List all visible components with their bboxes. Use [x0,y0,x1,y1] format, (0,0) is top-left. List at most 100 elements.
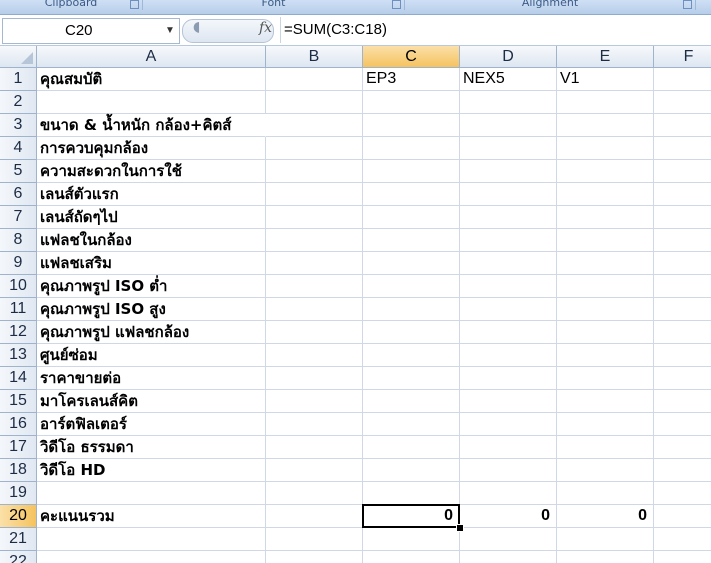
cell-e21[interactable] [557,528,654,551]
row-header-3[interactable]: 3 [0,114,37,137]
cell-b15[interactable] [266,390,363,413]
row-header-7[interactable]: 7 [0,206,37,229]
cell-c4[interactable] [363,137,460,160]
name-box[interactable]: C20 ▼ [2,18,180,44]
cell-d8[interactable] [460,229,557,252]
cell-d22[interactable] [460,551,557,563]
row-header-16[interactable]: 16 [0,413,37,436]
cell-f22[interactable] [654,551,711,563]
cell-e6[interactable] [557,183,654,206]
cell-f6[interactable] [654,183,711,206]
cell-c1[interactable]: EP3 [363,68,460,91]
cell-c15[interactable] [363,390,460,413]
ribbon-group-alignment[interactable]: Alignment [405,0,696,10]
cell-d17[interactable] [460,436,557,459]
cell-e15[interactable] [557,390,654,413]
cell-a13[interactable]: ศูนย์ซ่อม [37,344,266,367]
cell-d12[interactable] [460,321,557,344]
cell-c12[interactable] [363,321,460,344]
cell-b14[interactable] [266,367,363,390]
row-header-12[interactable]: 12 [0,321,37,344]
cell-c17[interactable] [363,436,460,459]
cell-d2[interactable] [460,91,557,114]
cell-e11[interactable] [557,298,654,321]
cell-e3[interactable] [557,114,654,137]
cell-d16[interactable] [460,413,557,436]
cell-a7[interactable]: เลนส์ถัดๆไป [37,206,266,229]
row-header-17[interactable]: 17 [0,436,37,459]
cell-c22[interactable] [363,551,460,563]
cell-a16[interactable]: อาร์ตฟิลเตอร์ [37,413,266,436]
select-all-button[interactable] [0,46,37,68]
cell-f5[interactable] [654,160,711,183]
cell-e19[interactable] [557,482,654,505]
column-header-d[interactable]: D [460,46,557,68]
cell-b10[interactable] [266,275,363,298]
cell-a8[interactable]: แฟลชในกล้อง [37,229,266,252]
cell-d4[interactable] [460,137,557,160]
cell-f7[interactable] [654,206,711,229]
cell-a2[interactable] [37,91,266,114]
cell-a3[interactable]: ขนาด & น้ำหนัก กล้อง+คิตส์ [37,114,266,137]
cell-b17[interactable] [266,436,363,459]
cell-a5[interactable]: ความสะดวกในการใช้ [37,160,266,183]
column-header-c[interactable]: C [363,46,460,68]
column-header-f[interactable]: F [654,46,711,68]
cell-e18[interactable] [557,459,654,482]
row-header-4[interactable]: 4 [0,137,37,160]
cell-c6[interactable] [363,183,460,206]
row-header-21[interactable]: 21 [0,528,37,551]
cell-d18[interactable] [460,459,557,482]
cell-b20[interactable] [266,505,363,528]
cell-b16[interactable] [266,413,363,436]
cell-b7[interactable] [266,206,363,229]
cell-f10[interactable] [654,275,711,298]
dialog-launcher-icon[interactable] [392,0,401,9]
cell-a1[interactable]: คุณสมบัติ [37,68,266,91]
cell-a21[interactable] [37,528,266,551]
cell-b6[interactable] [266,183,363,206]
cell-e20[interactable]: 0 [557,505,654,528]
cell-e2[interactable] [557,91,654,114]
cell-e16[interactable] [557,413,654,436]
cell-f15[interactable] [654,390,711,413]
cell-d3[interactable] [460,114,557,137]
row-header-9[interactable]: 9 [0,252,37,275]
cell-d1[interactable]: NEX5 [460,68,557,91]
cell-e10[interactable] [557,275,654,298]
cell-f11[interactable] [654,298,711,321]
cell-d13[interactable] [460,344,557,367]
ribbon-group-font[interactable]: Font [143,0,405,10]
cell-f8[interactable] [654,229,711,252]
cell-a17[interactable]: วิดีโอ ธรรมดา [37,436,266,459]
cell-a20[interactable]: คะแนนรวม [37,505,266,528]
cell-f14[interactable] [654,367,711,390]
cell-f19[interactable] [654,482,711,505]
column-header-a[interactable]: A [37,46,266,68]
row-header-6[interactable]: 6 [0,183,37,206]
cell-d6[interactable] [460,183,557,206]
cell-e14[interactable] [557,367,654,390]
cell-e4[interactable] [557,137,654,160]
cell-e1[interactable]: V1 [557,68,654,91]
cell-e22[interactable] [557,551,654,563]
cell-b5[interactable] [266,160,363,183]
cell-f9[interactable] [654,252,711,275]
fill-handle[interactable] [456,524,464,532]
column-header-b[interactable]: B [266,46,363,68]
cell-f4[interactable] [654,137,711,160]
row-header-13[interactable]: 13 [0,344,37,367]
cell-c19[interactable] [363,482,460,505]
cell-a12[interactable]: คุณภาพรูป แฟลชกล้อง [37,321,266,344]
row-header-1[interactable]: 1 [0,68,37,91]
cell-b11[interactable] [266,298,363,321]
cell-c11[interactable] [363,298,460,321]
formula-input[interactable]: =SUM(C3:C18) [284,18,387,42]
cell-b21[interactable] [266,528,363,551]
cell-e13[interactable] [557,344,654,367]
dialog-launcher-icon[interactable] [683,0,692,9]
cell-d21[interactable] [460,528,557,551]
cell-c18[interactable] [363,459,460,482]
cell-f3[interactable] [654,114,711,137]
row-header-2[interactable]: 2 [0,91,37,114]
